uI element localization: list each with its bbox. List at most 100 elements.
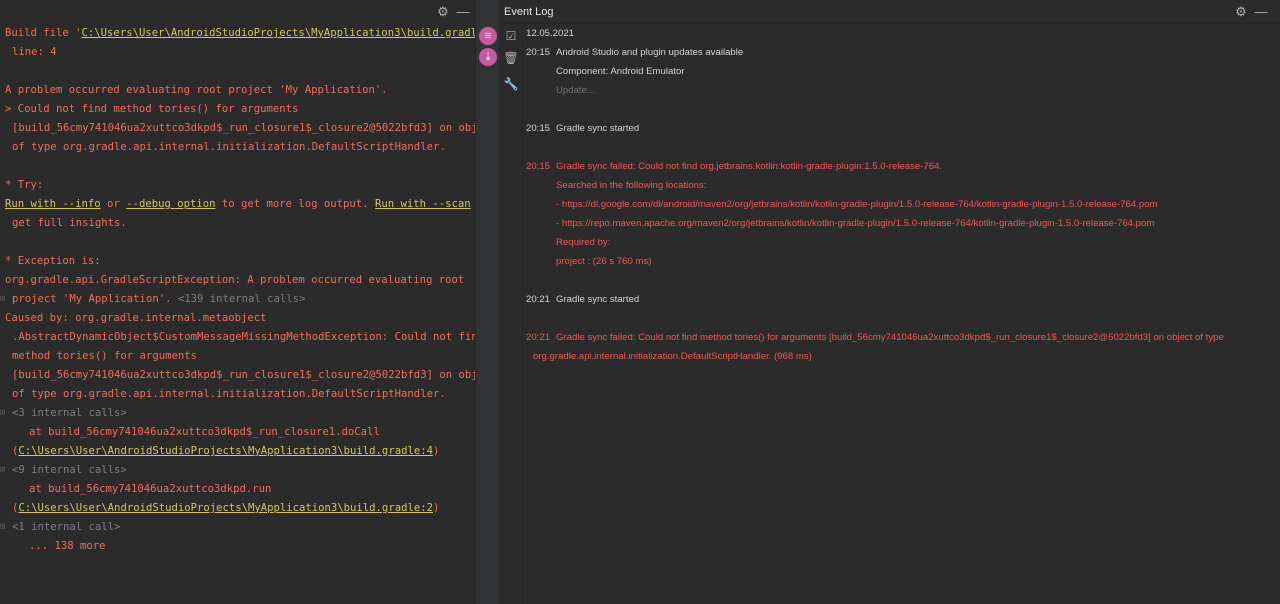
console-text: Build file ' bbox=[5, 27, 82, 39]
event-log-title: Event Log bbox=[504, 6, 554, 18]
console-line: [build_56cmy741046ua2xuttco3dkpd$_run_cl… bbox=[12, 369, 497, 381]
console-line: ⊞ <1 internal call> bbox=[0, 518, 470, 537]
build-output-console[interactable]: Build file 'C:\Users\User\AndroidStudioP… bbox=[0, 24, 497, 556]
event-message: Gradle sync failed: Could not find metho… bbox=[556, 332, 1224, 343]
event-entry: 20:15 Gradle sync started bbox=[523, 119, 1280, 138]
event-log-header: Event Log ⚙ — bbox=[499, 0, 1280, 24]
console-line: at build_56cmy741046ua2xuttco3dkpd.run bbox=[29, 483, 272, 495]
event-message: Gradle sync started bbox=[556, 123, 640, 134]
build-file-line-link[interactable]: C:\Users\User\AndroidStudioProjects\MyAp… bbox=[18, 502, 433, 514]
event-message: Required by: bbox=[556, 237, 611, 248]
console-line: (C:\Users\User\AndroidStudioProjects\MyA… bbox=[0, 499, 470, 518]
event-time: 20:15 bbox=[526, 161, 551, 172]
event-log-date: 12.05.2021 bbox=[523, 24, 1280, 43]
console-line: > Could not find method tories() for arg… bbox=[5, 103, 299, 115]
event-entry: project : (26 s 760 ms) bbox=[523, 252, 1280, 271]
minimize-icon[interactable]: — bbox=[1253, 4, 1269, 20]
console-line: Caused by: org.gradle.internal.metaobjec… bbox=[5, 312, 267, 324]
run-with-scan-link[interactable]: Run with --scan bbox=[375, 198, 471, 210]
console-line: Build file 'C:\Users\User\AndroidStudioP… bbox=[0, 24, 490, 43]
gear-icon[interactable]: ⚙ bbox=[1233, 4, 1249, 20]
console-line: [build_56cmy741046ua2xuttco3dkpd$_run_cl… bbox=[12, 122, 497, 134]
console-line: * Try: bbox=[5, 179, 44, 191]
soft-wrap-icon: ≡ bbox=[484, 30, 492, 42]
fold-marker-icon[interactable]: ⊞ bbox=[0, 404, 8, 423]
mark-read-icon[interactable]: ☑ bbox=[503, 28, 519, 44]
event-entry: 20:15 Gradle sync failed: Could not find … bbox=[523, 157, 1280, 176]
console-line: ⊞ project 'My Application'. <139 internal… bbox=[0, 290, 470, 309]
event-message: Android Studio and plugin updates availa… bbox=[556, 47, 744, 58]
internal-calls-toggle[interactable]: <3 internal calls> bbox=[12, 407, 127, 419]
event-time: 20:15 bbox=[526, 123, 551, 134]
event-entry bbox=[523, 309, 1280, 328]
console-text: to get more log output. bbox=[215, 198, 375, 210]
internal-calls-toggle[interactable]: <1 internal call> bbox=[12, 521, 120, 533]
console-line: of type org.gradle.api.internal.initiali… bbox=[12, 388, 446, 400]
event-message: project : (26 s 760 ms) bbox=[556, 256, 652, 267]
event-message: Gradle sync failed: Could not find org.j… bbox=[556, 161, 943, 172]
trash-icon[interactable]: 🗑 bbox=[503, 50, 519, 66]
console-action-strip: ≡ ⤓ bbox=[475, 0, 499, 604]
run-with-info-link[interactable]: Run with --info bbox=[5, 198, 101, 210]
event-entry: 20:15 Android Studio and plugin updates a… bbox=[523, 43, 1280, 62]
console-line: * Exception is: bbox=[5, 255, 101, 267]
event-time: 20:21 bbox=[526, 294, 551, 305]
gear-icon[interactable]: ⚙ bbox=[435, 4, 451, 20]
build-file-line-link[interactable]: C:\Users\User\AndroidStudioProjects\MyAp… bbox=[18, 445, 433, 457]
event-entry: Update... bbox=[523, 81, 1280, 100]
event-entry: Component: Android Emulator bbox=[523, 62, 1280, 81]
console-text: or bbox=[100, 198, 127, 210]
update-link[interactable]: Update... bbox=[556, 81, 595, 100]
fold-marker-icon[interactable]: ⊞ bbox=[0, 290, 8, 309]
event-entry bbox=[523, 138, 1280, 157]
event-entry: Required by: bbox=[523, 233, 1280, 252]
scroll-to-end-icon: ⤓ bbox=[485, 51, 491, 63]
wrench-icon[interactable]: 🔧 bbox=[503, 76, 519, 92]
soft-wrap-button[interactable]: ≡ bbox=[479, 27, 497, 45]
build-file-link[interactable]: C:\Users\User\AndroidStudioProjects\MyAp… bbox=[82, 27, 484, 39]
console-line: ⊞ <9 internal calls> bbox=[0, 461, 470, 480]
console-line: A problem occurred evaluating root proje… bbox=[5, 84, 388, 96]
console-line: method tories() for arguments bbox=[12, 350, 197, 362]
event-entry bbox=[523, 271, 1280, 290]
minimize-icon[interactable]: — bbox=[455, 4, 471, 20]
event-message: - https://repo.maven.apache.org/maven2/o… bbox=[556, 218, 1155, 229]
console-line: org.gradle.api.GradleScriptException: A … bbox=[5, 274, 465, 286]
debug-option-link[interactable]: --debug option bbox=[126, 198, 215, 210]
build-output-toolbar: ⚙ — bbox=[435, 4, 475, 22]
console-line: (C:\Users\User\AndroidStudioProjects\MyA… bbox=[0, 442, 470, 461]
console-line: Run with --info or --debug option to get… bbox=[0, 195, 490, 214]
console-text: ) bbox=[432, 502, 440, 514]
event-log-toolbar: ☑ 🗑 🔧 bbox=[499, 24, 523, 604]
event-message: Gradle sync started bbox=[556, 294, 640, 305]
event-entry bbox=[523, 100, 1280, 119]
console-line: ⊞ <3 internal calls> bbox=[0, 404, 470, 423]
internal-calls-toggle[interactable]: <139 internal calls> bbox=[171, 293, 306, 305]
fold-marker-icon[interactable]: ⊞ bbox=[0, 518, 8, 537]
event-time: 20:21 bbox=[526, 332, 551, 343]
internal-calls-toggle[interactable]: <9 internal calls> bbox=[12, 464, 127, 476]
console-line: at build_56cmy741046ua2xuttco3dkpd$_run_… bbox=[29, 426, 380, 438]
event-message: org.gradle.api.internal.initialization.D… bbox=[533, 351, 812, 362]
event-message: Component: Android Emulator bbox=[556, 66, 685, 77]
event-entry: Searched in the following locations: bbox=[523, 176, 1280, 195]
event-entry: org.gradle.api.internal.initialization.D… bbox=[523, 347, 1280, 366]
event-entry: - https://dl.google.com/dl/android/maven… bbox=[523, 195, 1280, 214]
fold-marker-icon[interactable]: ⊞ bbox=[0, 461, 8, 480]
event-entry: 20:21 Gradle sync failed: Could not find … bbox=[523, 328, 1280, 347]
console-text: ) bbox=[432, 445, 440, 457]
console-line: of type org.gradle.api.internal.initiali… bbox=[12, 141, 446, 153]
build-output-panel: ⚙ — Build file 'C:\Users\User\AndroidStu… bbox=[0, 0, 497, 604]
event-log-list[interactable]: 12.05.2021 20:15 Android Studio and plugi… bbox=[523, 24, 1280, 366]
event-entry: - https://repo.maven.apache.org/maven2/o… bbox=[523, 214, 1280, 233]
scroll-to-end-button[interactable]: ⤓ bbox=[479, 48, 497, 66]
date-text: 12.05.2021 bbox=[526, 28, 575, 39]
console-line: line: 4 bbox=[12, 46, 57, 58]
console-line: get full insights. bbox=[12, 217, 127, 229]
event-time: 20:15 bbox=[526, 47, 551, 58]
console-text: project 'My Application'. bbox=[12, 293, 172, 305]
console-line: .AbstractDynamicObject$CustomMessageMiss… bbox=[12, 331, 484, 343]
